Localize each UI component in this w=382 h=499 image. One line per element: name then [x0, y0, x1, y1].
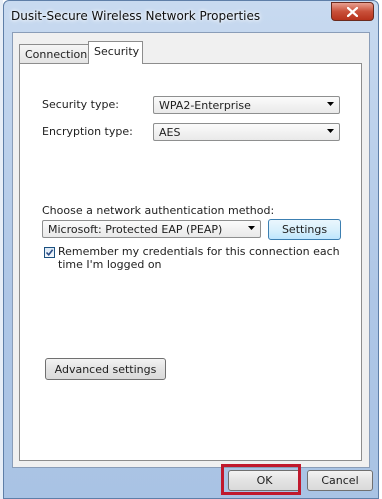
encryption-type-label: Encryption type:: [42, 125, 133, 138]
chevron-down-icon: [327, 102, 334, 106]
settings-button-label: Settings: [281, 223, 328, 236]
tab-security-label: Security: [94, 45, 140, 58]
encryption-type-dropdown[interactable]: AES: [153, 123, 340, 141]
cancel-button[interactable]: Cancel: [307, 470, 373, 491]
highlight-box: [221, 464, 301, 495]
tab-security[interactable]: Security: [88, 41, 143, 64]
security-tab-panel: Security type: WPA2-Enterprise Encryptio…: [19, 63, 362, 461]
security-type-value: WPA2-Enterprise: [159, 99, 251, 112]
title-bar[interactable]: Dusit-Secure Wireless Network Properties: [4, 1, 378, 32]
chevron-down-icon: [248, 226, 255, 230]
auth-method-dropdown[interactable]: Microsoft: Protected EAP (PEAP): [42, 220, 261, 238]
tab-connection[interactable]: Connection: [19, 44, 89, 63]
security-type-dropdown[interactable]: WPA2-Enterprise: [153, 96, 340, 114]
auth-method-label: Choose a network authentication method:: [42, 204, 275, 217]
security-type-label: Security type:: [42, 98, 119, 111]
remember-credentials-label-line2[interactable]: time I'm logged on: [58, 258, 162, 271]
dialog-client-area: Connection Security Security type: WPA2-…: [12, 32, 370, 468]
close-icon: [347, 6, 358, 17]
remember-credentials-label-line1[interactable]: Remember my credentials for this connect…: [58, 245, 340, 258]
checkmark-icon: [45, 249, 54, 257]
close-button[interactable]: [331, 2, 374, 21]
encryption-type-value: AES: [159, 126, 181, 139]
window-title: Dusit-Secure Wireless Network Properties: [11, 9, 261, 23]
auth-method-value: Microsoft: Protected EAP (PEAP): [48, 223, 223, 236]
advanced-settings-label: Advanced settings: [54, 362, 157, 376]
properties-dialog: Dusit-Secure Wireless Network Properties…: [3, 0, 379, 499]
remember-credentials-checkbox[interactable]: [44, 247, 55, 258]
settings-button[interactable]: Settings: [268, 219, 341, 240]
tab-connection-label: Connection: [25, 48, 88, 61]
chevron-down-icon: [327, 129, 334, 133]
cancel-button-label: Cancel: [321, 474, 359, 487]
advanced-settings-button[interactable]: Advanced settings: [45, 358, 166, 380]
